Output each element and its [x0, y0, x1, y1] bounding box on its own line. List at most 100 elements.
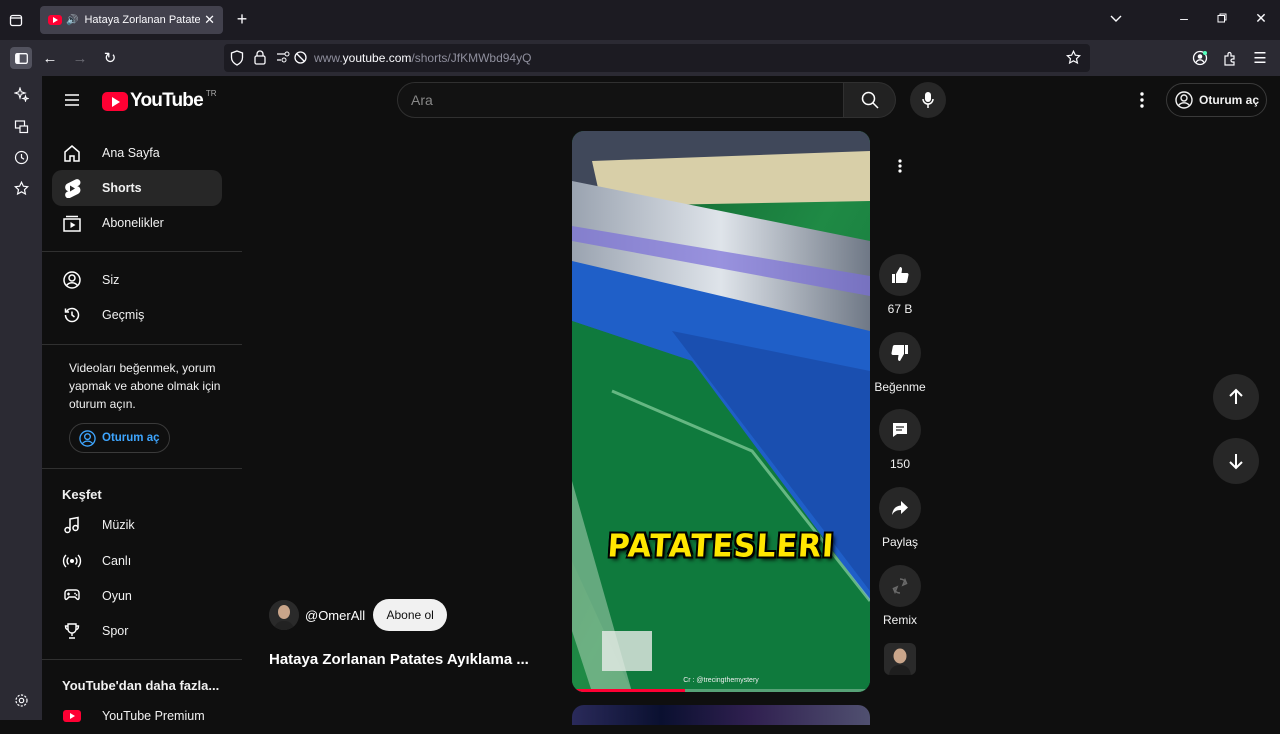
- more-options-icon: [898, 159, 902, 173]
- sidebar-item-label: Oyun: [102, 589, 132, 603]
- youtube-favicon-icon: [48, 15, 62, 25]
- arrow-down-icon: [1229, 454, 1243, 470]
- sidebar-divider: [42, 344, 242, 345]
- dislike-label: Beğenme: [874, 380, 926, 394]
- youtube-logo[interactable]: YouTube TR: [102, 88, 217, 112]
- sidebar-toggle-icon[interactable]: [10, 47, 32, 69]
- video-options-button[interactable]: [879, 145, 921, 187]
- signin-button[interactable]: Oturum aç: [1166, 83, 1267, 117]
- comment-icon: [893, 423, 907, 437]
- sidebar-item-label: Siz: [102, 273, 120, 287]
- channel-handle[interactable]: @OmerAll: [305, 608, 365, 623]
- short-title[interactable]: Hataya Zorlanan Patates Ayıklama ...: [269, 651, 529, 668]
- ai-chat-icon[interactable]: [11, 84, 31, 104]
- sidebar-item-sports[interactable]: Spor: [52, 613, 222, 649]
- channel-avatar-small[interactable]: [884, 643, 916, 675]
- customize-sidebar-icon[interactable]: [11, 690, 31, 710]
- sidebar-item-home[interactable]: Ana Sayfa: [52, 135, 222, 171]
- channel-avatar[interactable]: [269, 600, 299, 630]
- sidebar-item-gaming[interactable]: Oyun: [52, 578, 222, 614]
- video-caption: PATATESLERI: [606, 528, 836, 565]
- autoplay-blocked-icon[interactable]: [294, 51, 307, 69]
- close-window-icon[interactable]: ✕: [1251, 10, 1271, 27]
- share-button[interactable]: [879, 487, 921, 529]
- share-label: Paylaş: [881, 535, 919, 549]
- subscriptions-icon: [62, 213, 82, 233]
- guide-menu-icon[interactable]: [62, 90, 82, 110]
- like-action: 67 B: [879, 254, 921, 316]
- sidebar-divider: [42, 468, 242, 469]
- sidebar-divider: [42, 659, 242, 660]
- settings-kebab-icon[interactable]: [1132, 90, 1152, 110]
- sidebar-item-shorts[interactable]: Shorts: [52, 170, 222, 206]
- shorts-video-player[interactable]: PATATESLERI Cr : @trecingthemystery: [572, 131, 870, 692]
- sidebar-item-live[interactable]: Canlı: [52, 543, 222, 579]
- close-tab-icon[interactable]: ✕: [204, 12, 215, 28]
- microphone-icon: [922, 92, 934, 108]
- shorts-icon: [62, 178, 82, 198]
- restore-icon[interactable]: [1212, 10, 1232, 26]
- browser-sidebar: [0, 76, 42, 720]
- country-code: TR: [205, 88, 217, 98]
- subscribe-button[interactable]: Abone ol: [373, 599, 448, 631]
- account-icon[interactable]: [1190, 48, 1210, 68]
- tab-title: Hataya Zorlanan Patates Ayıklama: [84, 14, 201, 26]
- minimize-icon[interactable]: –: [1174, 10, 1194, 26]
- permissions-icon[interactable]: [276, 51, 290, 69]
- browser-tab-bar: 🔊 Hataya Zorlanan Patates Ayıklama ✕ + –…: [0, 0, 1280, 40]
- sidebar-item-label: Spor: [102, 624, 129, 638]
- next-short-button[interactable]: [1213, 438, 1259, 484]
- trophy-icon: [62, 621, 82, 641]
- remix-icon: [892, 577, 908, 595]
- new-tab-icon[interactable]: +: [232, 9, 252, 30]
- lock-icon[interactable]: [254, 50, 266, 70]
- reload-icon[interactable]: ↻: [100, 48, 120, 68]
- previous-short-button[interactable]: [1213, 374, 1259, 420]
- home-icon: [62, 143, 82, 163]
- sidebar-item-label: Ana Sayfa: [102, 146, 160, 160]
- sidebar-item-premium[interactable]: YouTube Premium: [52, 698, 222, 734]
- url-bar[interactable]: www.youtube.com/shorts/JfKMWbd94yQ: [224, 44, 1090, 72]
- voice-search-button[interactable]: [910, 82, 946, 118]
- app-menu-icon[interactable]: ☰: [1250, 48, 1270, 68]
- thumbs-up-icon: [892, 267, 909, 283]
- comments-button[interactable]: [879, 409, 921, 451]
- synced-tabs-icon[interactable]: [11, 116, 31, 136]
- like-button[interactable]: [879, 254, 921, 296]
- browser-tab[interactable]: 🔊 Hataya Zorlanan Patates Ayıklama ✕: [40, 6, 223, 34]
- arrow-up-icon: [1229, 388, 1243, 404]
- more-from-youtube-title: YouTube'dan daha fazla...: [62, 678, 220, 693]
- search-icon: [861, 91, 879, 109]
- sidebar-item-subscriptions[interactable]: Abonelikler: [52, 205, 222, 241]
- youtube-play-icon: [102, 91, 128, 111]
- sidebar-signin-button[interactable]: Oturum aç: [69, 423, 170, 453]
- search-input[interactable]: Ara: [397, 82, 844, 118]
- dislike-button[interactable]: [879, 332, 921, 374]
- bookmarks-icon[interactable]: [11, 178, 31, 198]
- speaker-icon[interactable]: 🔊: [66, 15, 78, 26]
- next-short-preview[interactable]: [572, 705, 870, 725]
- tracking-shield-icon[interactable]: [230, 50, 244, 71]
- sidebar-item-label: Müzik: [102, 518, 135, 532]
- forward-icon[interactable]: →: [70, 48, 90, 68]
- list-all-tabs-icon[interactable]: [1106, 10, 1126, 26]
- sidebar-item-history[interactable]: Geçmiş: [52, 297, 222, 333]
- extensions-icon[interactable]: [1220, 48, 1240, 68]
- sidebar-item-music[interactable]: Müzik: [52, 507, 222, 543]
- bookmark-star-icon[interactable]: [1065, 49, 1082, 70]
- signin-prompt-text: Videoları beğenmek, yorum yapmak ve abon…: [69, 361, 221, 411]
- remix-button[interactable]: [879, 565, 921, 607]
- sidebar-item-you[interactable]: Siz: [52, 262, 222, 298]
- tab-list-icon[interactable]: [6, 10, 26, 30]
- live-broadcast-icon: [62, 551, 82, 571]
- history-icon[interactable]: [11, 147, 31, 167]
- user-circle-icon: [79, 429, 96, 447]
- share-action: Paylaş: [879, 487, 921, 549]
- search-button[interactable]: [844, 82, 896, 118]
- url-text[interactable]: www.youtube.com/shorts/JfKMWbd94yQ: [314, 51, 531, 65]
- back-icon[interactable]: ←: [40, 48, 60, 68]
- history-icon: [62, 305, 82, 325]
- video-progress-bar[interactable]: [572, 689, 870, 692]
- channel-info: @OmerAll Abone ol: [269, 599, 448, 631]
- sidebar-item-label: Canlı: [102, 554, 132, 568]
